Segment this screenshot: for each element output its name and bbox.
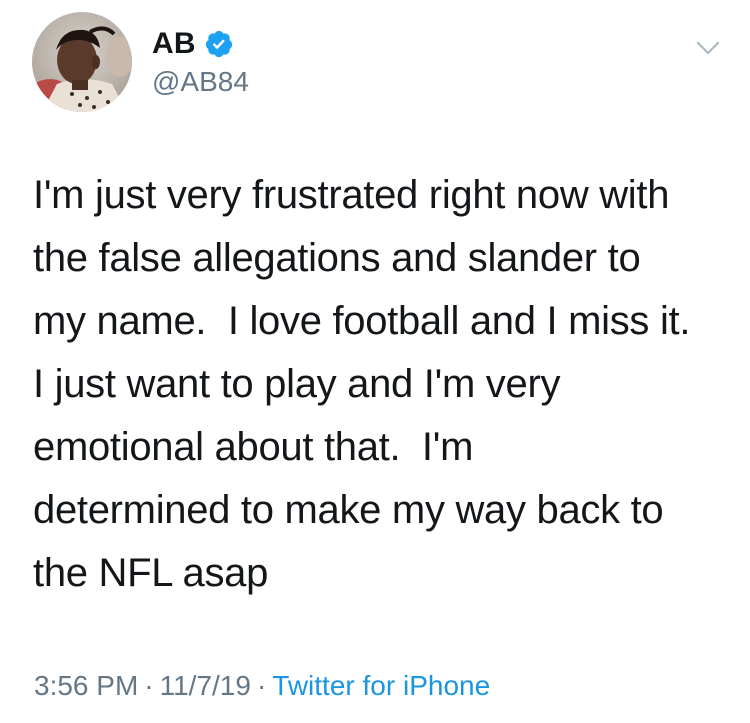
display-name[interactable]: AB xyxy=(152,27,196,61)
verified-badge-icon xyxy=(204,29,234,59)
tweet-meta: 3:56 PM · 11/7/19 · Twitter for iPhone xyxy=(34,670,490,702)
tweet-time[interactable]: 3:56 PM xyxy=(34,670,138,701)
tweet-source-link[interactable]: Twitter for iPhone xyxy=(272,670,490,701)
meta-separator: · xyxy=(256,670,267,701)
chevron-down-icon[interactable] xyxy=(694,36,722,60)
meta-separator: · xyxy=(144,670,154,701)
avatar[interactable] xyxy=(32,12,132,112)
author-handle[interactable]: @AB84 xyxy=(152,66,249,98)
author-name-row: AB xyxy=(152,26,234,62)
tweet-date[interactable]: 11/7/19 xyxy=(160,670,251,701)
tweet-card: AB @AB84 I'm just very frustrated right … xyxy=(0,0,750,723)
tweet-text: I'm just very frustrated right now with … xyxy=(33,173,691,595)
